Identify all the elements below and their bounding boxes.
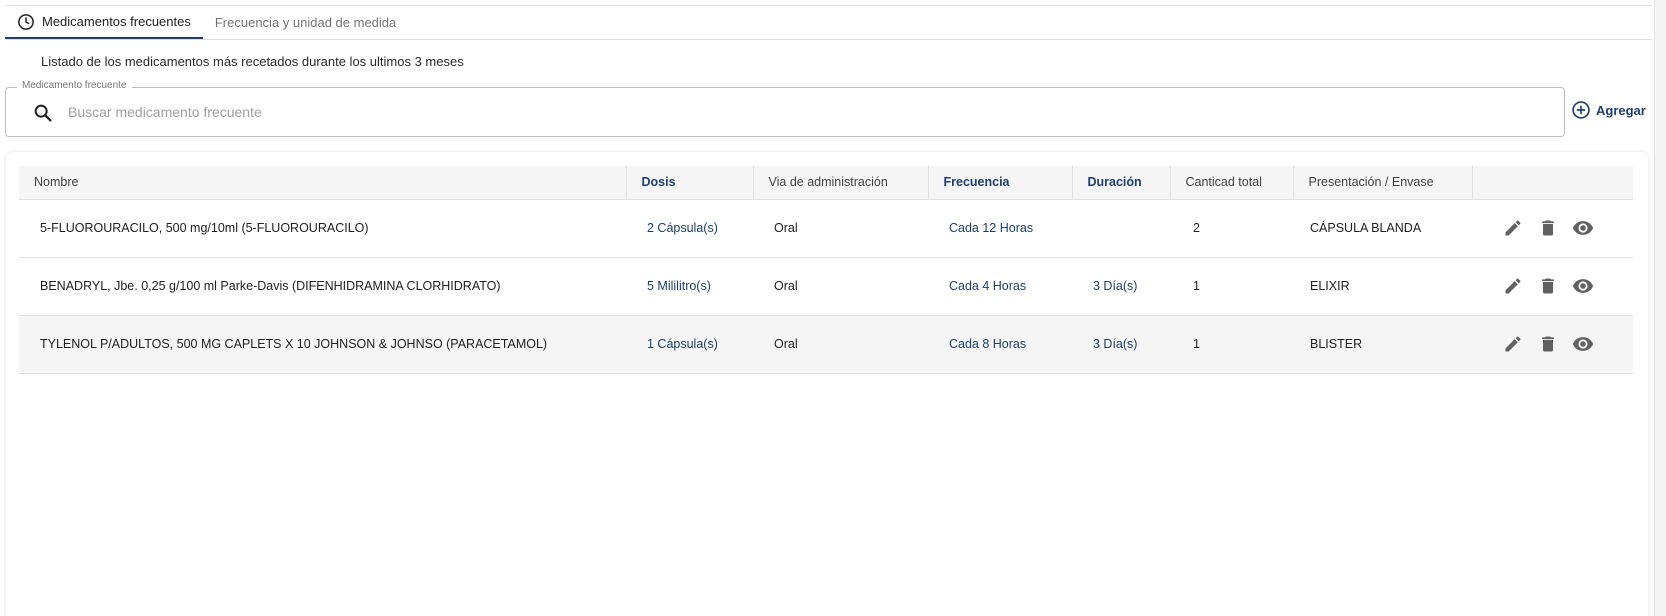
trash-icon[interactable]	[1536, 274, 1560, 298]
table-row[interactable]: BENADRYL, Jbe. 0,25 g/100 ml Parke-Davis…	[19, 257, 1633, 315]
cell-duracion: 3 Día(s)	[1093, 337, 1138, 351]
pencil-icon[interactable]	[1501, 216, 1525, 240]
cell-duracion	[1072, 199, 1170, 257]
tab-label: Frecuencia y unidad de medida	[214, 15, 397, 30]
search-icon	[34, 104, 52, 122]
table-row[interactable]: 5-FLUOROURACILO, 500 mg/10ml (5-FLUOROUR…	[19, 199, 1633, 257]
add-button-label: Agregar	[1596, 102, 1646, 118]
cell-dosis: 2 Cápsula(s)	[647, 221, 718, 235]
cell-actions	[1472, 257, 1633, 315]
results-card: Nombre Dosis Via de administración Frecu…	[6, 152, 1648, 616]
cell-via: Oral	[774, 337, 798, 351]
eye-icon[interactable]	[1571, 216, 1595, 240]
cell-nombre: BENADRYL, Jbe. 0,25 g/100 ml Parke-Davis…	[40, 279, 501, 293]
pencil-icon[interactable]	[1501, 274, 1525, 298]
column-header-dosis[interactable]: Dosis	[626, 166, 754, 200]
cell-duracion: 3 Día(s)	[1093, 279, 1138, 293]
eye-icon[interactable]	[1571, 332, 1595, 356]
add-button[interactable]: Agregar	[1571, 100, 1646, 120]
tab-bar: Medicamentos frecuentes Frecuencia y uni…	[5, 6, 1652, 40]
cell-dosis: 1 Cápsula(s)	[647, 337, 718, 351]
table-row[interactable]: TYLENOL P/ADULTOS, 500 MG CAPLETS X 10 J…	[19, 315, 1633, 373]
cell-actions	[1472, 199, 1633, 257]
cell-presentacion: ELIXIR	[1310, 279, 1350, 293]
cell-frecuencia: Cada 4 Horas	[949, 279, 1027, 293]
cell-actions	[1472, 315, 1633, 373]
search-field: Medicamento frecuente	[5, 80, 1565, 137]
column-header-frecuencia[interactable]: Frecuencia	[928, 166, 1073, 200]
scrollbar[interactable]	[1654, 0, 1666, 616]
search-input[interactable]	[68, 100, 1528, 124]
clock-icon	[18, 13, 34, 30]
search-legend: Medicamento frecuente	[17, 80, 132, 91]
column-header-nombre[interactable]: Nombre	[19, 166, 627, 200]
page-subtitle: Listado de los medicamentos más recetado…	[41, 54, 464, 69]
tab-medicamentos-frecuentes[interactable]: Medicamentos frecuentes	[5, 6, 203, 39]
column-header-duracion[interactable]: Duración	[1072, 166, 1171, 200]
cell-presentacion: CÁPSULA BLANDA	[1310, 221, 1422, 235]
trash-icon[interactable]	[1536, 332, 1560, 356]
column-header-cantidad[interactable]: Canticad total	[1170, 166, 1294, 200]
tab-label: Medicamentos frecuentes	[42, 14, 191, 29]
cell-cantidad: 1	[1193, 337, 1200, 351]
cell-frecuencia: Cada 12 Horas	[949, 221, 1034, 235]
cell-frecuencia: Cada 8 Horas	[949, 337, 1027, 351]
cell-dosis: 5 Mililitro(s)	[647, 279, 711, 293]
cell-presentacion: BLISTER	[1310, 337, 1363, 351]
plus-circle-icon	[1572, 101, 1590, 119]
eye-icon[interactable]	[1571, 274, 1595, 298]
cell-via: Oral	[774, 279, 798, 293]
column-header-actions	[1472, 166, 1633, 200]
cell-via: Oral	[774, 221, 798, 235]
tab-frecuencia-unidad[interactable]: Frecuencia y unidad de medida	[203, 6, 408, 39]
column-header-via[interactable]: Via de administración	[753, 166, 929, 200]
pencil-icon[interactable]	[1501, 332, 1525, 356]
table-header: Nombre Dosis Via de administración Frecu…	[19, 166, 1633, 200]
medications-table: Nombre Dosis Via de administración Frecu…	[19, 166, 1633, 374]
cell-nombre: TYLENOL P/ADULTOS, 500 MG CAPLETS X 10 J…	[40, 337, 548, 351]
trash-icon[interactable]	[1536, 216, 1560, 240]
column-header-presentacion[interactable]: Presentación / Envase	[1293, 166, 1473, 200]
cell-cantidad: 1	[1193, 279, 1200, 293]
cell-nombre: 5-FLUOROURACILO, 500 mg/10ml (5-FLUOROUR…	[40, 221, 369, 235]
cell-cantidad: 2	[1193, 221, 1200, 235]
